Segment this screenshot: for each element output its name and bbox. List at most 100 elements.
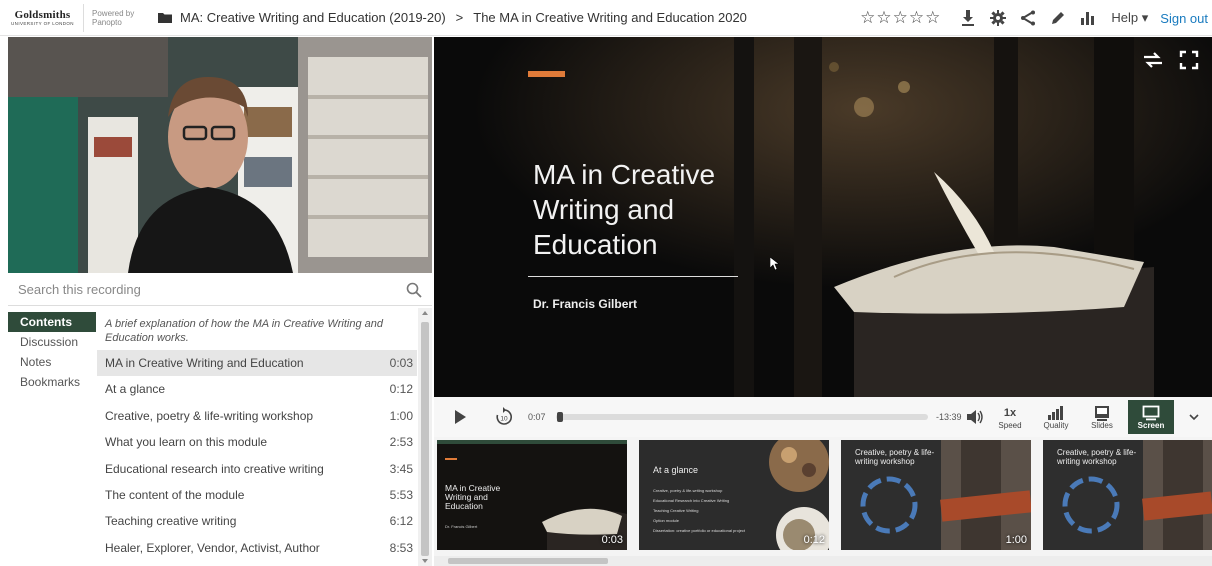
list-item-time: 0:03 [389,356,413,370]
thumbnail-title: Creative, poetry & life-writing workshop [1057,448,1137,466]
session-description: A brief explanation of how the MA in Cre… [105,318,383,344]
header-actions: ☆ ☆ ☆ ☆ ☆ Help ▾ Sign out [860,0,1212,36]
scrollbar-thumb[interactable] [421,322,429,556]
screen-icon [1142,405,1160,420]
list-item-title: Teaching creative writing [105,514,237,529]
chevron-down-icon[interactable] [1188,411,1200,423]
play-button[interactable] [452,409,468,425]
panopto-viewer: Goldsmiths University of London Powered … [0,0,1212,566]
star-icon-2[interactable]: ☆ [876,0,891,36]
speed-label: Speed [998,420,1022,430]
quality-label: Quality [1043,420,1069,430]
list-item-title: Creative, poetry & life-writing workshop [105,408,314,423]
stats-icon[interactable] [1079,9,1097,27]
share-icon[interactable] [1019,9,1037,27]
search-input[interactable] [8,282,388,297]
thumbnail-subtitle: Dr. Francis Gilbert [445,524,478,529]
seek-bar[interactable] [556,412,928,422]
thumbnail-time: 0:12 [803,534,825,546]
help-menu[interactable]: Help ▾ [1111,10,1148,26]
thumbnail-card[interactable]: Creative, poetry & life-writing workshop… [841,440,1031,550]
search-icon[interactable] [406,282,422,298]
list-item-time: 6:12 [389,514,413,529]
thumbnail-line: Creative, poetry & life-writing workshop [653,488,723,493]
scroll-down-icon[interactable] [422,559,428,563]
list-item[interactable]: MA in Creative Writing and Education 0:03 [97,350,417,377]
speed-button[interactable]: 1x Speed [990,405,1030,430]
thumbnail-title: At a glance [653,465,699,475]
tab-discussion[interactable]: Discussion [8,332,96,352]
list-item-title: What you learn on this module [105,435,268,450]
thumbnail-strip: MA in Creative Writing and Education Dr.… [434,437,1212,566]
thumbnail-line: Dissertation: creative portfolio or educ… [653,528,746,533]
powered-by-panopto[interactable]: Powered by Panopto [92,9,148,27]
tab-contents[interactable]: Contents [8,312,96,332]
edit-icon[interactable] [1049,9,1067,27]
list-item[interactable]: At a glance 0:12 [97,376,417,402]
rating-stars[interactable]: ☆ ☆ ☆ ☆ ☆ [860,0,941,36]
list-item[interactable]: Teaching creative writing 6:12 [97,508,417,534]
rewind-10-button[interactable]: 10 [494,407,514,427]
list-item-title: At a glance [105,382,166,397]
slides-button[interactable]: Slides [1082,405,1122,430]
breadcrumb-folder-link[interactable]: MA: Creative Writing and Education (2019… [180,10,446,25]
thumbnail-line: Option module [653,518,680,523]
thumbnail-line: Educational Research into Creative Writi… [653,498,730,503]
screen-button[interactable]: Screen [1128,400,1174,434]
list-item-time: 8:53 [389,540,413,555]
quality-button[interactable]: Quality [1036,405,1076,430]
thumbnail-title: Creative, poetry & life-writing workshop [855,448,935,466]
presenter-video[interactable] [8,37,432,273]
goldsmiths-logo[interactable]: Goldsmiths University of London [8,3,84,32]
star-icon-1[interactable]: ☆ [860,0,875,36]
thumbnail-title: MA in Creative Writing and Education [445,483,501,511]
top-bar: Goldsmiths University of London Powered … [0,0,1212,36]
tab-bookmarks[interactable]: Bookmarks [8,372,96,392]
thumbnail-time: 0:03 [601,534,623,546]
scrollbar-thumb[interactable] [448,558,608,564]
slide-accent-bar [528,71,565,77]
mouse-cursor-icon [770,257,780,271]
swap-streams-icon[interactable] [1142,49,1164,71]
gear-icon[interactable] [989,9,1007,27]
thumbnail-card[interactable]: At a glance Creative, poetry & life-writ… [639,440,829,550]
main-video-stage[interactable]: MA in Creative Writing and Education Dr.… [434,37,1212,397]
slides-label: Slides [1091,420,1113,430]
list-item-title: The content of the module [105,487,245,502]
thumbnail-card[interactable]: Creative, poetry & life-writing workshop [1043,440,1212,550]
search-bar [8,274,432,306]
quality-bars-icon [1048,405,1063,420]
thumbnail-card[interactable]: MA in Creative Writing and Education Dr.… [437,440,627,550]
list-item-time: 1:00 [389,408,413,423]
svg-text:10: 10 [500,416,508,423]
speed-value: 1x [1003,406,1017,419]
list-item[interactable]: The content of the module 5:53 [97,482,417,508]
list-item-title: Educational research into creative writi… [105,461,324,476]
star-icon-5[interactable]: ☆ [925,0,940,36]
download-icon[interactable] [959,9,977,27]
thumbnail-scrollbar[interactable] [434,556,1212,566]
scroll-up-icon[interactable] [422,311,428,315]
list-item[interactable]: Creative, poetry & life-writing workshop… [97,403,417,429]
list-item-title: MA in Creative Writing and Education [105,356,304,370]
contents-scrollbar[interactable] [418,308,432,566]
star-icon-3[interactable]: ☆ [893,0,908,36]
screen-label: Screen [1137,420,1165,430]
volume-button[interactable] [966,409,984,425]
logo-main-text: Goldsmiths [14,8,71,21]
list-item[interactable]: Healer, Explorer, Vendor, Activist, Auth… [97,535,417,561]
sign-out-link[interactable]: Sign out [1160,11,1208,26]
remaining-time: -13:39 [936,412,962,422]
slide-author: Dr. Francis Gilbert [533,297,638,311]
breadcrumb-separator: > [455,10,464,25]
breadcrumb: MA: Creative Writing and Education (2019… [158,10,747,25]
seek-handle[interactable] [557,412,563,422]
star-icon-4[interactable]: ☆ [909,0,924,36]
fullscreen-icon[interactable] [1178,49,1200,71]
list-item-time: 3:45 [389,461,413,476]
tab-notes[interactable]: Notes [8,352,96,372]
list-item[interactable]: Educational research into creative writi… [97,456,417,482]
list-item[interactable]: What you learn on this module 2:53 [97,429,417,455]
list-item-title: Healer, Explorer, Vendor, Activist, Auth… [105,540,320,555]
slides-icon [1095,405,1109,421]
